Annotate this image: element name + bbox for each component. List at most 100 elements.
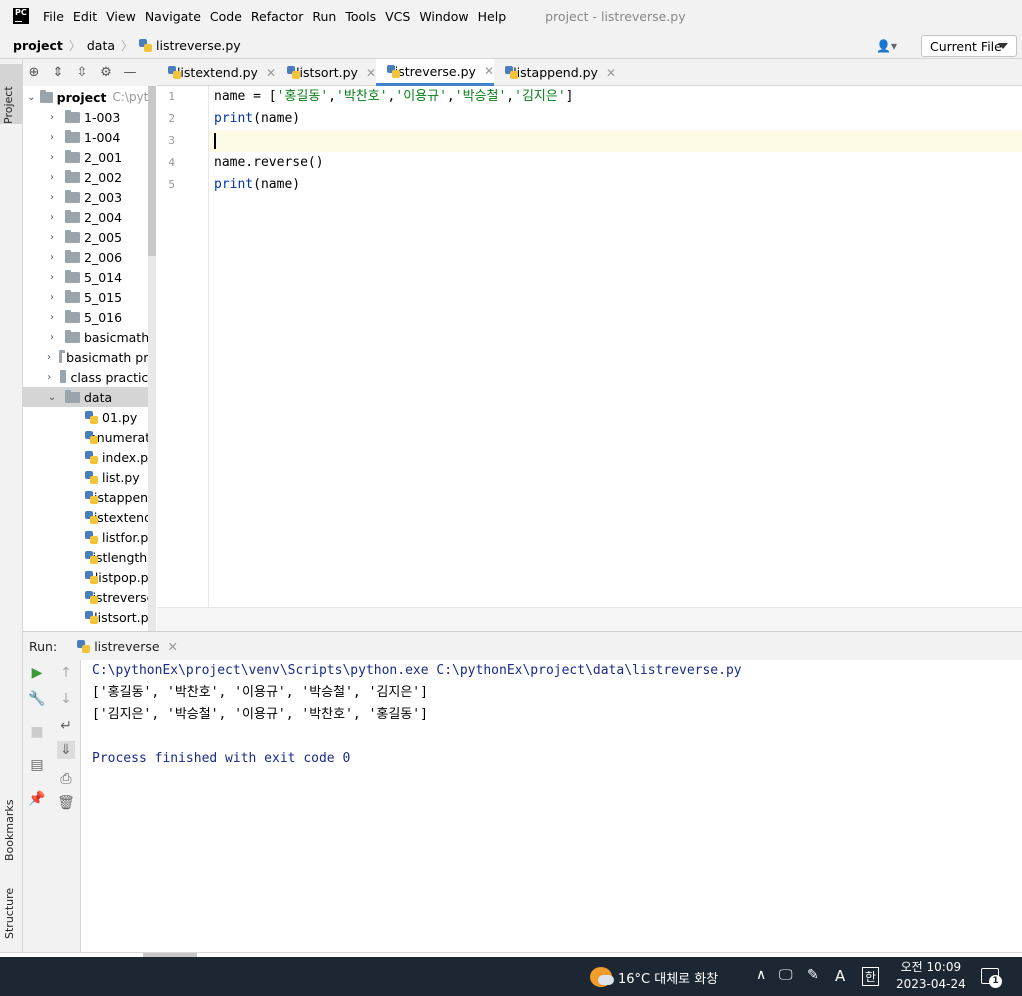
arrow-up-icon[interactable]: ↑ [57,664,75,682]
tree-file[interactable]: listfor.py [23,527,156,547]
notification-icon[interactable]: 1 [981,968,1002,988]
minimize-icon[interactable]: — [123,65,137,80]
gear-icon[interactable]: ⚙ [99,65,113,80]
tree-folder[interactable]: › 2_005 [23,227,156,247]
tree-file[interactable]: listextend. [23,507,156,527]
tree-folder[interactable]: › 2_003 [23,187,156,207]
ime-hangul-indicator[interactable]: 한 [862,967,880,986]
tree-folder[interactable]: › 1-004 [23,127,156,147]
menu-code[interactable]: Code [210,9,242,24]
tree-folder[interactable]: › 5_014 [23,267,156,287]
ime-mode-indicator[interactable]: A [835,967,845,985]
tree-folder[interactable]: › basicmath pra [23,347,156,367]
pen-icon[interactable]: ✎ [807,967,819,983]
tree-file[interactable]: index.py [23,447,156,467]
arrow-down-icon[interactable]: ↓ [57,690,75,708]
structure-tool-tab[interactable]: Structure [3,877,16,939]
tree-folder[interactable]: › 1-003 [23,107,156,127]
menu-vcs[interactable]: VCS [385,9,410,24]
tree-folder[interactable]: › 5_016 [23,307,156,327]
menu-view[interactable]: View [106,9,136,24]
python-file-icon [85,490,96,504]
chevron-right-icon: › [50,291,54,303]
tree-folder-label: basicmath pra [66,349,156,365]
code-editor[interactable]: name = ['홍길동','박찬호','이용규','박승철','김지은'] p… [209,86,1022,607]
tree-file-label: listlength.p [89,549,156,565]
tree-folder[interactable]: › 5_015 [23,287,156,307]
tree-file[interactable]: listsort.py [23,607,156,627]
tree-file[interactable]: listappend [23,487,156,507]
menu-refactor[interactable]: Refactor [251,9,303,24]
tree-file[interactable]: listpop.py [23,567,156,587]
network-icon[interactable]: 🖵 [779,967,793,983]
tree-root-label: project [56,89,107,105]
pin-icon[interactable]: 📌 [28,790,46,808]
tree-file[interactable]: listlength.p [23,547,156,567]
user-account-icon[interactable]: 👤▾ [876,39,897,53]
menu-window[interactable]: Window [419,9,468,24]
run-console[interactable]: C:\pythonEx\project\venv\Scripts\python.… [81,660,1022,952]
folder-icon [65,129,80,143]
tree-folder-label: 2_003 [84,189,123,205]
close-icon[interactable]: ✕ [266,66,276,80]
code-line-1: name = ['홍길동','박찬호','이용규','박승철','김지은'] [214,86,574,108]
breadcrumb: project 〉 data 〉 listreverse.py [13,37,241,54]
breadcrumb-data[interactable]: data [87,38,115,53]
soft-wrap-icon[interactable]: ↵ [57,717,75,735]
tree-folder[interactable]: › basicmath [23,327,156,347]
menu-tools[interactable]: Tools [345,9,376,24]
chevron-up-icon[interactable]: ∧ [756,967,766,983]
tab-listappend[interactable]: listappend.py ✕ [494,59,616,86]
python-file-icon [287,66,301,79]
close-icon[interactable]: ✕ [606,66,616,80]
tree-file[interactable]: list.py [23,467,156,487]
clock-date: 2023-04-24 [896,977,966,991]
tree-file[interactable]: listreverse. [23,587,156,607]
menu-run[interactable]: Run [312,9,336,24]
system-clock[interactable]: 오전 10:09 2023-04-24 [896,959,966,993]
tree-file[interactable]: enumerate [23,427,156,447]
code-string: '김지은' [514,89,566,104]
close-icon[interactable]: ✕ [366,66,376,80]
tree-scrollbar-thumb[interactable] [148,86,156,256]
tree-folder-selected[interactable]: ⌄ data [23,387,156,407]
tree-folder[interactable]: › 2_002 [23,167,156,187]
close-icon[interactable]: ✕ [484,64,494,78]
bookmarks-tool-tab[interactable]: Bookmarks [3,781,16,861]
tree-file[interactable]: 01.py [23,407,156,427]
trash-icon[interactable]: 🗑 [57,794,75,812]
project-tool-tab[interactable]: Project [0,64,22,124]
tree-folder[interactable]: › 2_004 [23,207,156,227]
menu-file[interactable]: File [43,9,64,24]
menu-help[interactable]: Help [478,9,507,24]
tree-scrollbar[interactable] [148,86,156,631]
run-config-dropdown[interactable]: Current File [921,35,1017,57]
rerun-icon[interactable]: ▶ [28,664,46,682]
tab-listsort[interactable]: listsort.py ✕ [276,59,376,86]
tree-folder[interactable]: › class practice [23,367,156,387]
code-line-5: print(name) [214,174,300,196]
collapse-all-icon[interactable]: ⇳ [75,65,89,80]
locate-icon[interactable]: ⊕ [27,65,41,80]
close-icon[interactable]: ✕ [168,639,178,654]
tab-listreverse[interactable]: listreverse.py ✕ [376,59,494,86]
stop-icon[interactable]: ■ [28,723,46,741]
breadcrumb-project[interactable]: project [13,38,63,53]
tree-folder-label: 2_002 [84,169,123,185]
tab-listextend[interactable]: listextend.py ✕ [157,59,276,86]
layout-icon[interactable]: ▤ [28,756,46,774]
expand-all-icon[interactable]: ⇕ [51,65,65,80]
tree-folder[interactable]: › 2_006 [23,247,156,267]
scroll-to-end-icon[interactable]: ⇓ [57,741,75,759]
line-number: 2 [168,112,175,125]
run-tab[interactable]: listreverse ✕ [77,639,178,654]
wrench-icon[interactable]: 🔧 [28,690,46,708]
print-icon[interactable]: ⎙ [57,770,75,788]
tree-folder[interactable]: › 2_001 [23,147,156,167]
tree-root-project[interactable]: ⌄ project C:\pyth [23,87,156,107]
tree-file-label: listappend [90,489,156,505]
weather-widget[interactable]: 16°C 대체로 화창 [590,967,718,987]
menu-edit[interactable]: Edit [73,9,97,24]
menu-navigate[interactable]: Navigate [145,9,201,24]
breadcrumb-file[interactable]: listreverse.py [156,38,241,53]
